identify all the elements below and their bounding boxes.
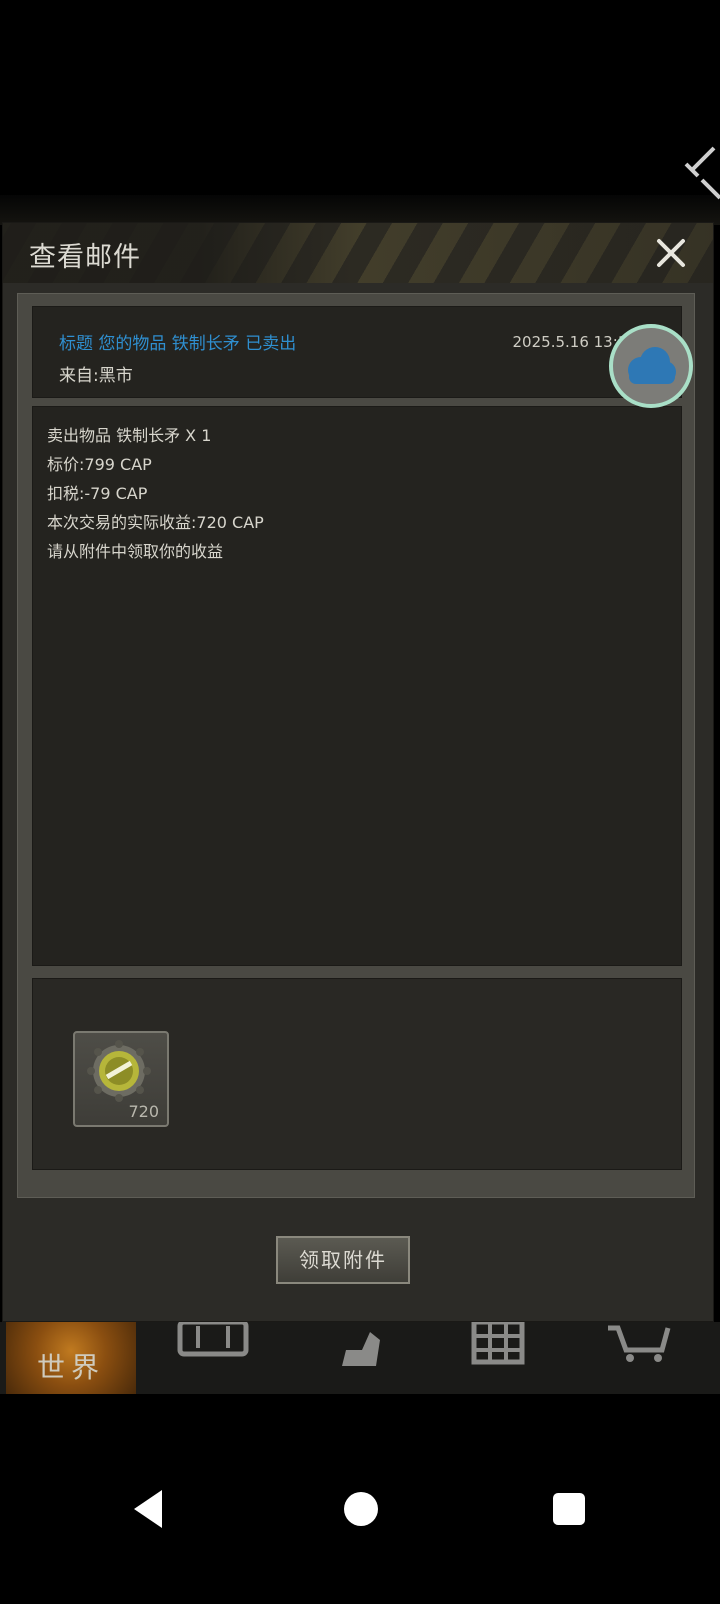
- mail-header: 标题 您的物品 铁制长矛 已卖出 来自:黑市 2025.5.16 13:11:3…: [32, 306, 682, 398]
- body-line: 标价:799 CAP: [47, 455, 152, 474]
- cloud-floating-button[interactable]: [609, 324, 693, 408]
- character-icon[interactable]: [318, 1322, 388, 1394]
- body-line: 卖出物品 铁制长矛 X 1: [47, 426, 212, 445]
- recents-icon[interactable]: [553, 1493, 585, 1525]
- dialog-title: 查看邮件: [29, 242, 141, 273]
- backpack-icon[interactable]: [170, 1322, 260, 1394]
- attachment-area: 720: [32, 978, 682, 1170]
- dialog-header: 查看邮件: [3, 223, 713, 283]
- nav-world-label: 世界: [36, 1351, 105, 1384]
- cloud-icon: [628, 347, 676, 384]
- body-line: 请从附件中领取你的收益: [47, 542, 224, 561]
- body-line: 本次交易的实际收益:720 CAP: [47, 513, 264, 532]
- cart-icon[interactable]: [604, 1322, 674, 1394]
- back-icon[interactable]: [134, 1490, 162, 1528]
- mail-sender: 来自:黑市: [59, 366, 133, 386]
- screen: 查看邮件 标题 您的物品 铁制长矛 已卖出 来自:黑市 2025.5.16 13…: [0, 0, 720, 1604]
- claim-attachment-button[interactable]: 领取附件: [276, 1236, 410, 1284]
- wrench-icon: [684, 146, 720, 200]
- mail-body: 卖出物品 铁制长矛 X 1 标价:799 CAP 扣税:-79 CAP 本次交易…: [32, 406, 682, 966]
- building-icon[interactable]: [468, 1322, 528, 1394]
- bottom-nav: 世界: [0, 1322, 720, 1394]
- home-icon[interactable]: [344, 1492, 378, 1526]
- nav-world[interactable]: 世界: [6, 1322, 136, 1394]
- mail-panel: 标题 您的物品 铁制长矛 已卖出 来自:黑市 2025.5.16 13:11:3…: [17, 293, 695, 1198]
- bottle-cap-icon: [87, 1040, 151, 1102]
- mail-subject: 标题 您的物品 铁制长矛 已卖出: [59, 334, 297, 354]
- body-line: 扣税:-79 CAP: [47, 484, 148, 503]
- attachment-count: 720: [128, 1102, 159, 1121]
- close-icon[interactable]: [651, 233, 691, 273]
- mail-dialog: 查看邮件 标题 您的物品 铁制长矛 已卖出 来自:黑市 2025.5.16 13…: [2, 222, 714, 1322]
- attachment-slot[interactable]: 720: [73, 1031, 169, 1127]
- system-navigation-bar: [134, 1490, 585, 1528]
- background-game-strip: [0, 195, 720, 225]
